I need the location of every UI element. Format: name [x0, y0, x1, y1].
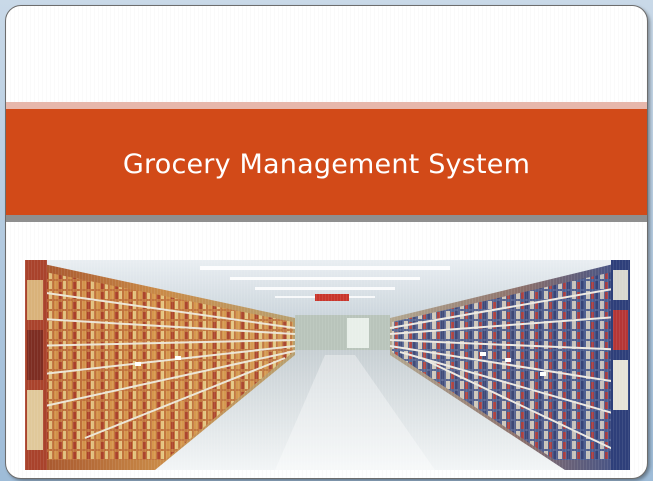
- slide: Grocery Management System: [5, 5, 648, 479]
- grocery-aisle-illustration: [25, 260, 630, 470]
- banner-bottom-band: [6, 215, 647, 222]
- banner-top-band: [6, 102, 647, 109]
- slide-title: Grocery Management System: [122, 148, 531, 180]
- grocery-aisle-photo: [25, 260, 630, 470]
- title-banner: Grocery Management System: [6, 109, 647, 215]
